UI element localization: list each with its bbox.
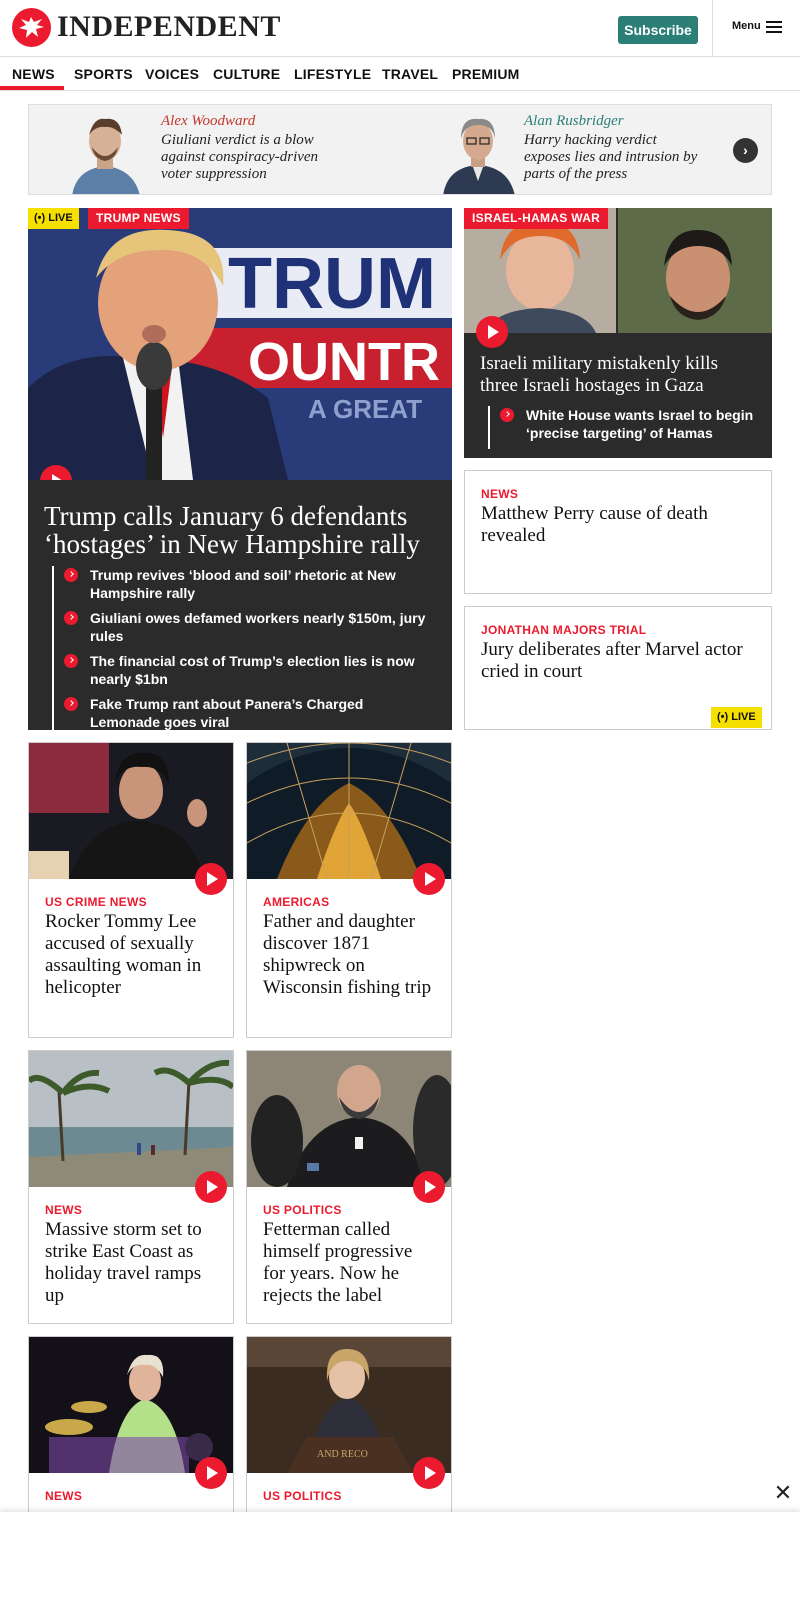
related-story-link[interactable]: Trump revives ‘blood and soil’ rhetoric … — [64, 566, 428, 602]
play-icon[interactable] — [195, 1171, 227, 1203]
story-kicker[interactable]: JONATHAN MAJORS TRIAL — [481, 623, 646, 637]
story-kicker[interactable]: NEWS — [481, 487, 518, 501]
story-image[interactable]: AND RECO — [247, 1337, 451, 1473]
nav-item-travel[interactable]: TRAVEL — [382, 66, 438, 82]
close-icon[interactable]: ✕ — [768, 1478, 798, 1508]
lead-story-headline[interactable]: Trump calls January 6 defendants ‘hostag… — [44, 502, 424, 558]
related-stories-list: Trump revives ‘blood and soil’ rhetoric … — [52, 566, 428, 738]
nav-item-culture[interactable]: CULTURE — [213, 66, 280, 82]
story-kicker[interactable]: US CRIME NEWS — [45, 895, 147, 909]
voice-headline[interactable]: Harry hacking verdict exposes lies and i… — [524, 132, 704, 183]
story-kicker[interactable]: NEWS — [45, 1489, 82, 1503]
play-icon[interactable] — [413, 1171, 445, 1203]
story-headline[interactable]: Massive storm set to strike East Coast a… — [45, 1219, 221, 1307]
story-image[interactable] — [247, 743, 451, 879]
story-headline[interactable]: Fetterman called himself progressive for… — [263, 1219, 439, 1307]
story-tag[interactable]: TRUMP NEWS — [88, 208, 189, 229]
subscribe-button[interactable]: Subscribe — [618, 16, 698, 44]
story-headline[interactable]: Rocker Tommy Lee accused of sexually ass… — [45, 911, 221, 999]
play-icon[interactable] — [476, 316, 508, 348]
story-image[interactable] — [29, 1051, 233, 1187]
related-story-link[interactable]: Fake Trump rant about Panera’s Charged L… — [64, 695, 428, 731]
lead-story-image[interactable]: TRUM OUNTR A GREAT (•) LIVE TRUMP NEWS — [28, 208, 452, 480]
section-nav: NEWS SPORTS VOICES CULTURE LIFESTYLE TRA… — [0, 57, 800, 91]
story-card[interactable]: NEWS Massive storm set to strike East Co… — [28, 1050, 234, 1324]
play-icon[interactable] — [195, 863, 227, 895]
play-icon[interactable] — [195, 1457, 227, 1489]
live-broadcast-icon: (•) — [34, 212, 49, 224]
story-headline[interactable]: Father and daughter discover 1871 shipwr… — [263, 911, 439, 999]
voice-author[interactable]: Alex Woodward — [161, 113, 255, 130]
related-stories-list: White House wants Israel to begin ‘preci… — [488, 406, 758, 449]
lead-story-card[interactable]: TRUM OUNTR A GREAT (•) LIVE TRUMP NEWS T… — [28, 208, 452, 738]
story-card[interactable]: NEWS — [28, 1336, 234, 1536]
eagle-logo-icon[interactable] — [12, 8, 51, 47]
story-kicker[interactable]: US POLITICS — [263, 1203, 342, 1217]
chevron-right-icon[interactable]: › — [733, 138, 758, 163]
chevron-right-icon — [500, 408, 514, 422]
israel-story-card[interactable]: ISRAEL-HAMAS WAR Israeli military mistak… — [464, 208, 772, 458]
svg-text:A GREAT: A GREAT — [308, 394, 422, 424]
story-image[interactable] — [29, 1337, 233, 1473]
nav-item-news[interactable]: NEWS — [12, 66, 55, 82]
story-card[interactable]: AND RECO US POLITICS — [246, 1336, 452, 1536]
related-story-link[interactable]: White House wants Israel to begin ‘preci… — [500, 406, 758, 442]
menu-icon[interactable] — [766, 21, 782, 33]
story-kicker[interactable]: US POLITICS — [263, 1489, 342, 1503]
ad-slot — [0, 1512, 800, 1600]
chevron-right-icon — [64, 568, 78, 582]
nav-item-voices[interactable]: VOICES — [145, 66, 199, 82]
story-kicker[interactable]: NEWS — [45, 1203, 82, 1217]
israel-story-headline[interactable]: Israeli military mistakenly kills three … — [480, 353, 760, 397]
story-card[interactable]: AMERICAS Father and daughter discover 18… — [246, 742, 452, 1038]
live-broadcast-icon: (•) — [717, 711, 732, 723]
voice-author[interactable]: Alan Rusbridger — [524, 113, 624, 130]
chevron-right-icon — [64, 611, 78, 625]
author-photo[interactable] — [64, 111, 146, 194]
story-tag[interactable]: ISRAEL-HAMAS WAR — [464, 208, 609, 229]
live-badge: (•) LIVE — [711, 707, 762, 728]
author-photo[interactable] — [437, 111, 519, 194]
nav-item-premium[interactable]: PREMIUM — [452, 66, 520, 82]
related-story-link[interactable]: Giuliani owes defamed workers nearly $15… — [64, 609, 428, 645]
side-story-card[interactable]: JONATHAN MAJORS TRIAL Jury deliberates a… — [464, 606, 772, 730]
play-icon[interactable] — [413, 1457, 445, 1489]
chevron-right-icon — [64, 697, 78, 711]
site-header: INDEPENDENT Subscribe Menu — [0, 0, 800, 57]
voice-headline[interactable]: Giuliani verdict is a blow against consp… — [161, 132, 341, 183]
story-image[interactable] — [247, 1051, 451, 1187]
svg-text:OUNTR: OUNTR — [248, 332, 440, 392]
side-story-headline[interactable]: Jury deliberates after Marvel actor crie… — [481, 639, 761, 683]
side-story-headline[interactable]: Matthew Perry cause of death revealed — [481, 503, 761, 547]
story-image[interactable] — [29, 743, 233, 879]
side-story-card[interactable]: NEWS Matthew Perry cause of death reveal… — [464, 470, 772, 594]
play-icon[interactable] — [413, 863, 445, 895]
story-card[interactable]: US CRIME NEWS Rocker Tommy Lee accused o… — [28, 742, 234, 1038]
nav-item-lifestyle[interactable]: LIFESTYLE — [294, 66, 371, 82]
menu-label[interactable]: Menu — [732, 20, 761, 32]
nav-active-indicator — [0, 86, 64, 90]
chevron-right-icon — [64, 654, 78, 668]
voices-carousel: Alex Woodward Giuliani verdict is a blow… — [28, 104, 772, 195]
story-kicker[interactable]: AMERICAS — [263, 895, 329, 909]
related-story-link[interactable]: The financial cost of Trump’s election l… — [64, 652, 428, 688]
svg-text:TRUM: TRUM — [228, 244, 436, 324]
site-logo-text[interactable]: INDEPENDENT — [57, 10, 281, 44]
nav-item-sports[interactable]: SPORTS — [74, 66, 133, 82]
svg-text:AND RECO: AND RECO — [317, 1449, 368, 1460]
story-card[interactable]: US POLITICS Fetterman called himself pro… — [246, 1050, 452, 1324]
live-badge: (•) LIVE — [28, 208, 79, 229]
header-divider — [712, 0, 713, 57]
